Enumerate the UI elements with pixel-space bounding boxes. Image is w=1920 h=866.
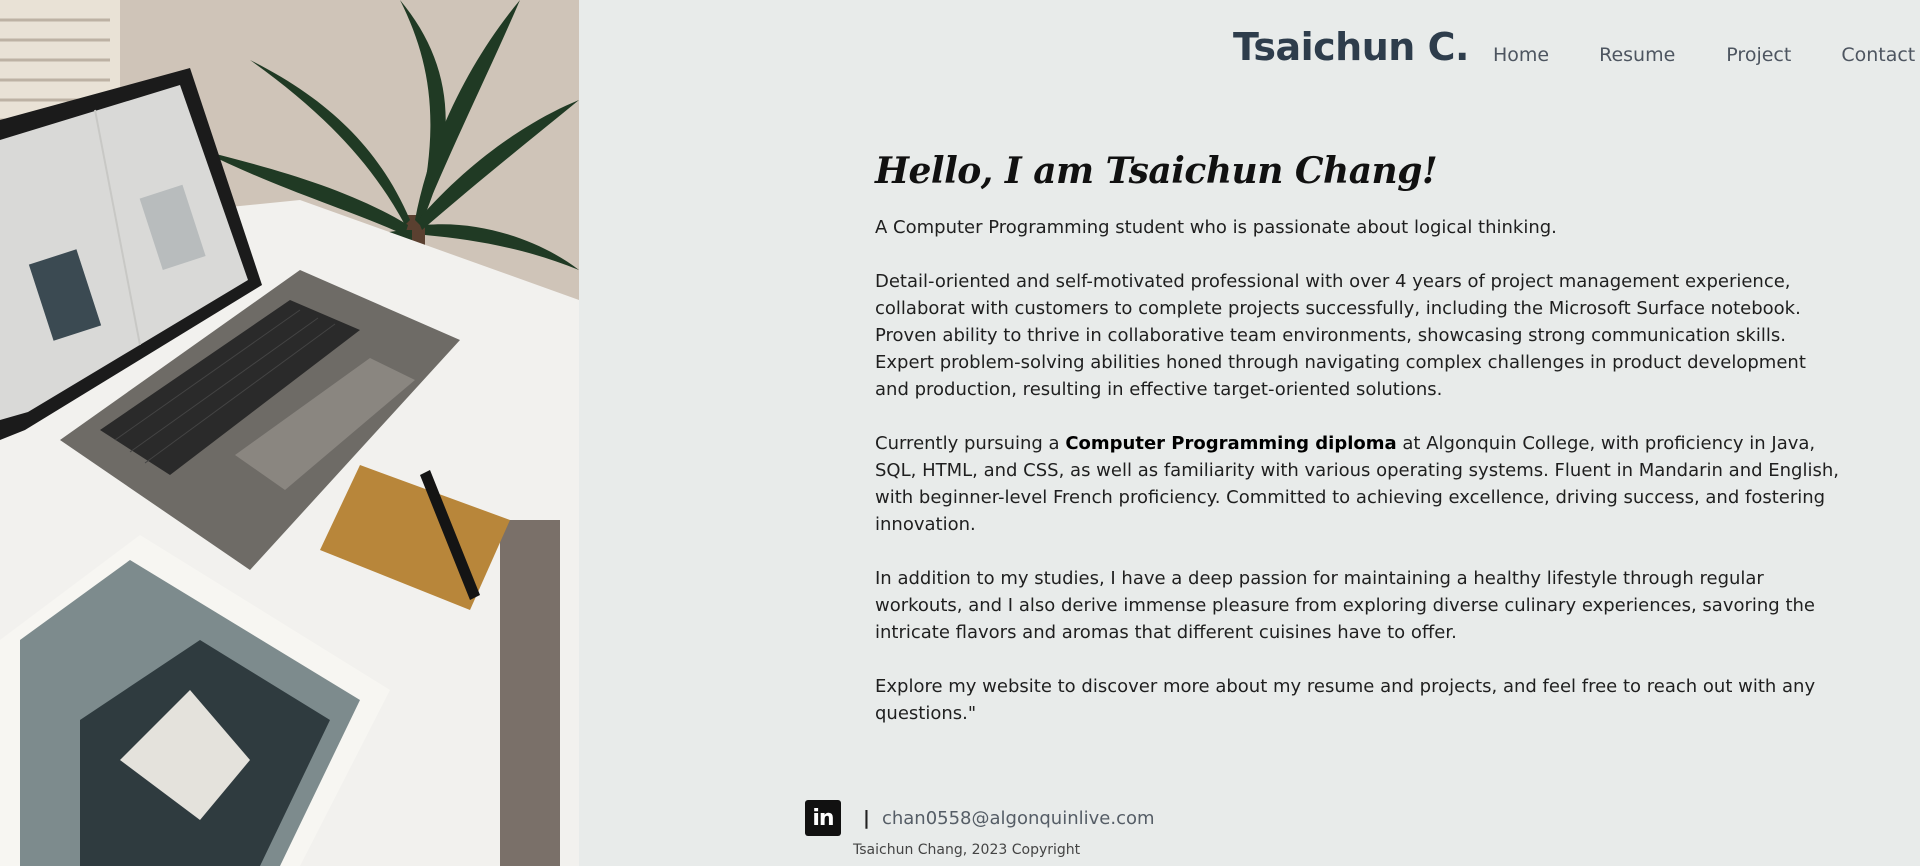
site-footer: in | chan0558@algonquinlive.com Tsaichun… [805,798,1205,858]
copyright-text: Tsaichun Chang, 2023 Copyright [853,842,1081,858]
desk-laptop-illustration [0,0,579,866]
page-title: Hello, I am Tsaichun Chang! [875,150,1438,192]
experience-paragraph: Detail-oriented and self-motivated profe… [875,271,1806,400]
hobbies-paragraph: In addition to my studies, I have a deep… [875,568,1815,643]
nav-home[interactable]: Home [1493,44,1549,66]
education-prefix: Currently pursuing a [875,433,1066,454]
intro-text: A Computer Programming student who is pa… [875,217,1557,238]
email-link[interactable]: chan0558@algonquinlive.com [882,808,1155,829]
footer-separator: | [863,807,870,829]
nav-resume[interactable]: Resume [1599,44,1675,66]
closing-paragraph: Explore my website to discover more abou… [875,676,1816,724]
site-brand[interactable]: Tsaichun C. [1233,25,1469,69]
education-diploma: Computer Programming diploma [1065,433,1397,454]
linkedin-icon[interactable]: in [805,800,841,836]
linkedin-glyph: in [812,805,834,831]
footer-contact-row: in | chan0558@algonquinlive.com [805,798,1205,838]
nav-contact[interactable]: Contact [1841,44,1915,66]
about-section: Hello, I am Tsaichun Chang! A Computer P… [875,150,1845,754]
main-nav: Home Resume Project Contact [1493,44,1915,66]
nav-project[interactable]: Project [1726,44,1791,66]
education-paragraph: Currently pursuing a Computer Programmin… [875,430,1845,538]
site-header: Tsaichun C. Home Resume Project Contact [579,0,1920,110]
hero-photo [0,0,579,866]
